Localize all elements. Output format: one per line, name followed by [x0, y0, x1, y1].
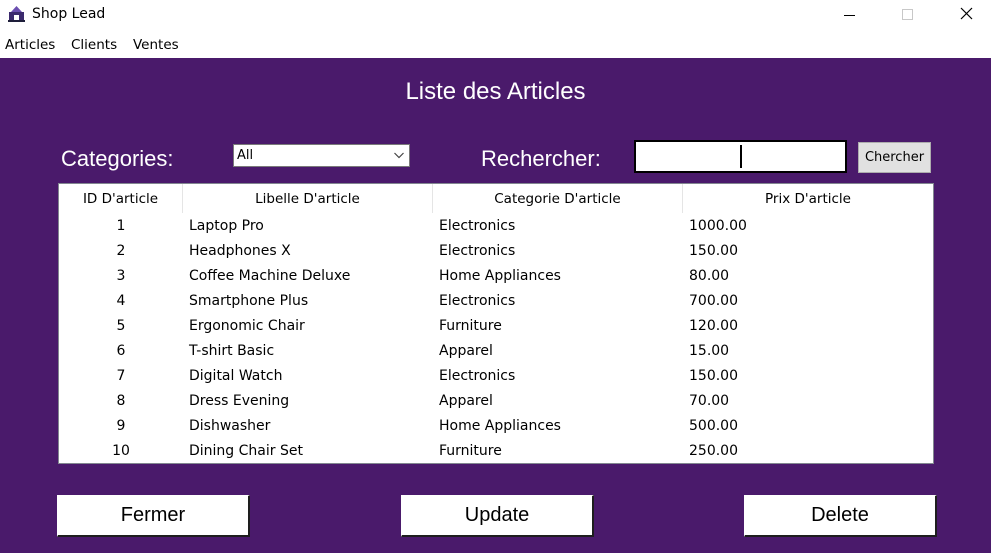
close-icon: [960, 7, 973, 20]
articles-table[interactable]: ID D'article Libelle D'article Categorie…: [58, 183, 934, 464]
header-name[interactable]: Libelle D'article: [183, 184, 433, 213]
cell-id: 9: [116, 418, 126, 434]
main-panel: Liste des Articles Categories: All Reche…: [0, 58, 991, 553]
header-id[interactable]: ID D'article: [59, 184, 183, 213]
delete-button[interactable]: Delete: [744, 495, 937, 537]
cell-id: 5: [116, 318, 126, 334]
title-bar: Shop Lead: [0, 0, 991, 31]
table-row[interactable]: 1 Laptop Pro Electronics 1000.00: [59, 214, 933, 239]
cell-name: Dress Evening: [189, 393, 290, 409]
cell-id: 10: [112, 443, 130, 459]
cell-id: 4: [116, 293, 126, 309]
cell-name: Dishwasher: [189, 418, 271, 434]
cell-price: 700.00: [689, 293, 738, 309]
search-label: Rechercher:: [481, 146, 601, 171]
table-row[interactable]: 10 Dining Chair Set Furniture 250.00: [59, 439, 933, 463]
cell-id: 3: [116, 268, 126, 284]
cell-category: Electronics: [439, 218, 516, 234]
cell-price: 15.00: [689, 343, 730, 359]
cell-price: 70.00: [689, 393, 730, 409]
cell-price: 150.00: [689, 243, 738, 259]
menu-clients[interactable]: Clients: [71, 37, 117, 53]
cell-category: Furniture: [439, 318, 502, 334]
table-row[interactable]: 9 Dishwasher Home Appliances 500.00: [59, 414, 933, 439]
table-row[interactable]: 7 Digital Watch Electronics 150.00: [59, 364, 933, 389]
category-select-value: All: [237, 148, 254, 163]
cell-price: 80.00: [689, 268, 730, 284]
cell-name: Headphones X: [189, 243, 291, 259]
category-select[interactable]: All: [233, 144, 410, 167]
page-title: Liste des Articles: [405, 78, 586, 105]
maximize-button[interactable]: [883, 0, 929, 31]
maximize-icon: [902, 9, 913, 20]
cell-id: 2: [116, 243, 126, 259]
cell-name: Coffee Machine Deluxe: [189, 268, 351, 284]
close-button[interactable]: [937, 0, 983, 31]
cell-category: Apparel: [439, 393, 493, 409]
cell-price: 500.00: [689, 418, 738, 434]
table-row[interactable]: 4 Smartphone Plus Electronics 700.00: [59, 289, 933, 314]
table-header: ID D'article Libelle D'article Categorie…: [59, 184, 933, 213]
minimize-button[interactable]: [827, 0, 873, 31]
cell-category: Furniture: [439, 443, 502, 459]
cell-name: Digital Watch: [189, 368, 283, 384]
category-label: Categories:: [61, 146, 174, 171]
menu-bar: Articles Clients Ventes: [0, 31, 991, 58]
cell-id: 8: [116, 393, 126, 409]
cell-price: 250.00: [689, 443, 738, 459]
text-caret: [740, 145, 742, 168]
search-input[interactable]: [634, 140, 847, 173]
cell-id: 1: [116, 218, 126, 234]
close-window-button[interactable]: Fermer: [57, 495, 250, 537]
table-row[interactable]: 2 Headphones X Electronics 150.00: [59, 239, 933, 264]
cell-name: T-shirt Basic: [189, 343, 275, 359]
cell-category: Electronics: [439, 293, 516, 309]
search-button[interactable]: Chercher: [858, 142, 931, 173]
app-logo-icon: [8, 6, 25, 22]
chevron-down-icon: [394, 152, 404, 159]
cell-name: Laptop Pro: [189, 218, 264, 234]
table-row[interactable]: 5 Ergonomic Chair Furniture 120.00: [59, 314, 933, 339]
cell-price: 150.00: [689, 368, 738, 384]
table-row[interactable]: 8 Dress Evening Apparel 70.00: [59, 389, 933, 414]
cell-category: Electronics: [439, 243, 516, 259]
header-price[interactable]: Prix D'article: [683, 184, 933, 213]
window-title: Shop Lead: [32, 6, 106, 22]
menu-ventes[interactable]: Ventes: [133, 37, 179, 53]
update-button[interactable]: Update: [401, 495, 594, 537]
cell-name: Ergonomic Chair: [189, 318, 305, 334]
cell-category: Electronics: [439, 368, 516, 384]
table-row[interactable]: 3 Coffee Machine Deluxe Home Appliances …: [59, 264, 933, 289]
cell-category: Home Appliances: [439, 418, 561, 434]
cell-id: 6: [116, 343, 126, 359]
cell-category: Apparel: [439, 343, 493, 359]
cell-price: 1000.00: [689, 218, 747, 234]
cell-id: 7: [116, 368, 126, 384]
minimize-icon: [844, 15, 855, 16]
table-row[interactable]: 6 T-shirt Basic Apparel 15.00: [59, 339, 933, 364]
header-category[interactable]: Categorie D'article: [433, 184, 683, 213]
cell-name: Smartphone Plus: [189, 293, 309, 309]
cell-category: Home Appliances: [439, 268, 561, 284]
cell-price: 120.00: [689, 318, 738, 334]
menu-articles[interactable]: Articles: [5, 37, 55, 53]
cell-name: Dining Chair Set: [189, 443, 303, 459]
